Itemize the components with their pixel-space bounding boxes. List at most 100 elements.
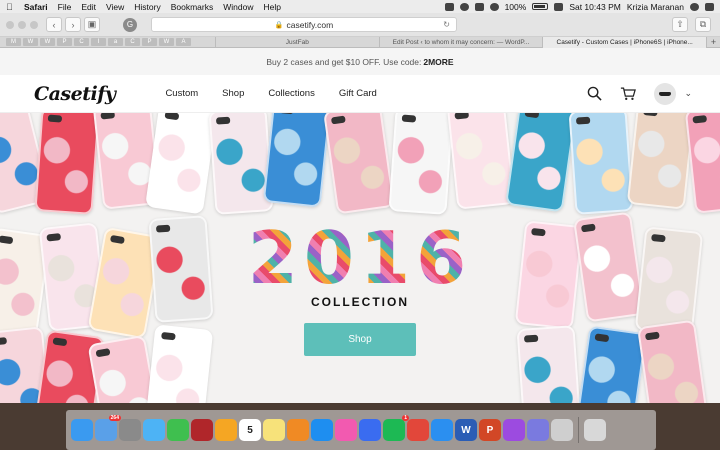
phone-case-image [684,113,720,214]
sidebar-button[interactable]: ▣ [84,17,100,32]
new-tab-button[interactable]: + [706,37,720,47]
camera-cutout [215,116,231,125]
address-bar[interactable]: 🔒 casetify.com ↻ [151,17,457,32]
bookmark-item[interactable]: P [142,38,157,46]
phone-case-image [573,211,645,323]
drive-icon[interactable] [551,419,573,441]
forward-button[interactable]: › [65,17,81,32]
chrome-icon[interactable] [407,419,429,441]
menu-help[interactable]: Help [263,2,280,12]
phone-case-image [626,113,696,210]
battery-icon[interactable] [532,3,549,10]
phone-case-image [568,113,634,215]
camera-cutout [46,233,62,242]
nav-collections[interactable]: Collections [268,88,314,99]
bookmark-item[interactable]: A [176,38,191,46]
finder-icon[interactable] [71,419,93,441]
bookmark-item[interactable]: a [108,38,123,46]
apple-menu-icon[interactable]:  [6,2,16,12]
share-icon: ⇧ [676,19,684,29]
notification-center-icon[interactable] [705,2,714,11]
maps-pin-icon[interactable] [359,419,381,441]
main-nav: Custom Shop Collections Gift Card [165,88,400,99]
trash-icon[interactable] [584,419,606,441]
clock[interactable]: Sat 10:43 PM [569,2,621,12]
bookmark-item[interactable]: M [6,38,21,46]
close-window-button[interactable] [6,20,14,29]
menu-edit[interactable]: Edit [81,2,96,12]
grammarly-icon[interactable]: G [123,17,137,32]
bookmark-item[interactable]: W [159,38,174,46]
nav-shop[interactable]: Shop [222,88,244,99]
camera-cutout [523,334,539,343]
menu-bookmarks[interactable]: Bookmarks [171,2,214,12]
nav-custom[interactable]: Custom [165,88,198,99]
tab-justfab[interactable]: JustFab [215,36,379,48]
app-store-icon[interactable] [311,419,333,441]
bookmark-item[interactable]: W [40,38,55,46]
dropbox-icon[interactable] [444,2,454,11]
share-button[interactable]: ⇧ [672,17,688,32]
site-header: Casetify Custom Shop Collections Gift Ca… [0,75,720,113]
flag-icon[interactable] [554,2,564,11]
minimize-window-button[interactable] [18,20,26,29]
hero-content: 2016 COLLECTION Shop [240,222,480,356]
photos-icon[interactable] [215,419,237,441]
tabs-icon: ⧉ [699,19,707,29]
camera-cutout [0,235,14,245]
system-preferences-icon[interactable] [119,419,141,441]
sync-icon[interactable] [459,2,469,11]
camera-cutout [164,113,180,121]
menu-window[interactable]: Window [223,2,253,12]
calendar-icon[interactable]: 5 [239,419,261,441]
powerpoint-icon[interactable]: P [479,419,501,441]
menu-app-name[interactable]: Safari [24,2,48,12]
safari-icon[interactable] [431,419,453,441]
nav-gift-card[interactable]: Gift Card [339,88,377,99]
camera-cutout [47,114,63,123]
camera-cutout [594,333,610,343]
reload-icon[interactable]: ↻ [443,20,450,29]
bookmark-item[interactable]: C [125,38,140,46]
search-icon[interactable] [586,86,602,102]
bookmark-item[interactable]: P [57,38,72,46]
camera-cutout [454,113,470,120]
menu-history[interactable]: History [134,2,160,12]
menu-file[interactable]: File [58,2,72,12]
notes-icon[interactable] [263,419,285,441]
bookmark-item[interactable]: I [91,38,106,46]
casetify-logo[interactable]: Casetify [34,83,116,105]
camera-cutout [330,115,346,125]
volume-icon[interactable] [489,2,499,11]
shop-button[interactable]: Shop [304,323,416,356]
bookmark-item[interactable]: W [23,38,38,46]
mail-icon[interactable]: 264 [95,415,121,441]
photo-booth-icon[interactable] [191,419,213,441]
menu-view[interactable]: View [106,2,124,12]
word-icon[interactable]: W [455,419,477,441]
cart-icon[interactable] [620,86,637,102]
tab-casetify[interactable]: Casetify - Custom Cases | iPhone6S | iPh… [542,36,707,48]
tab-wordpress[interactable]: Edit Post ‹ to whom it may concern: — Wo… [378,36,543,48]
downloads-icon[interactable] [527,419,549,441]
phone-case-image [575,325,647,403]
color-app-icon[interactable] [503,419,525,441]
account-avatar[interactable] [654,82,677,105]
spotlight-icon[interactable] [690,2,699,11]
camera-cutout [580,223,596,233]
itunes-icon[interactable] [335,419,357,441]
chevron-right-icon: › [71,19,75,30]
user-name[interactable]: Krizia Maranan [627,2,684,12]
messages-icon[interactable] [143,419,165,441]
hero-banner: 2016 COLLECTION Shop [0,113,720,403]
spotify-icon[interactable]: 1 [383,415,409,441]
bookmark-item[interactable]: C [74,38,89,46]
tabs-overview-button[interactable]: ⧉ [695,17,711,32]
wifi-icon[interactable] [474,2,484,11]
facetime-icon[interactable] [167,419,189,441]
ibooks-icon[interactable] [287,419,309,441]
back-button[interactable]: ‹ [46,17,62,32]
camera-cutout [643,113,658,117]
chevron-down-icon[interactable]: ⌄ [684,88,692,99]
zoom-window-button[interactable] [30,20,38,29]
